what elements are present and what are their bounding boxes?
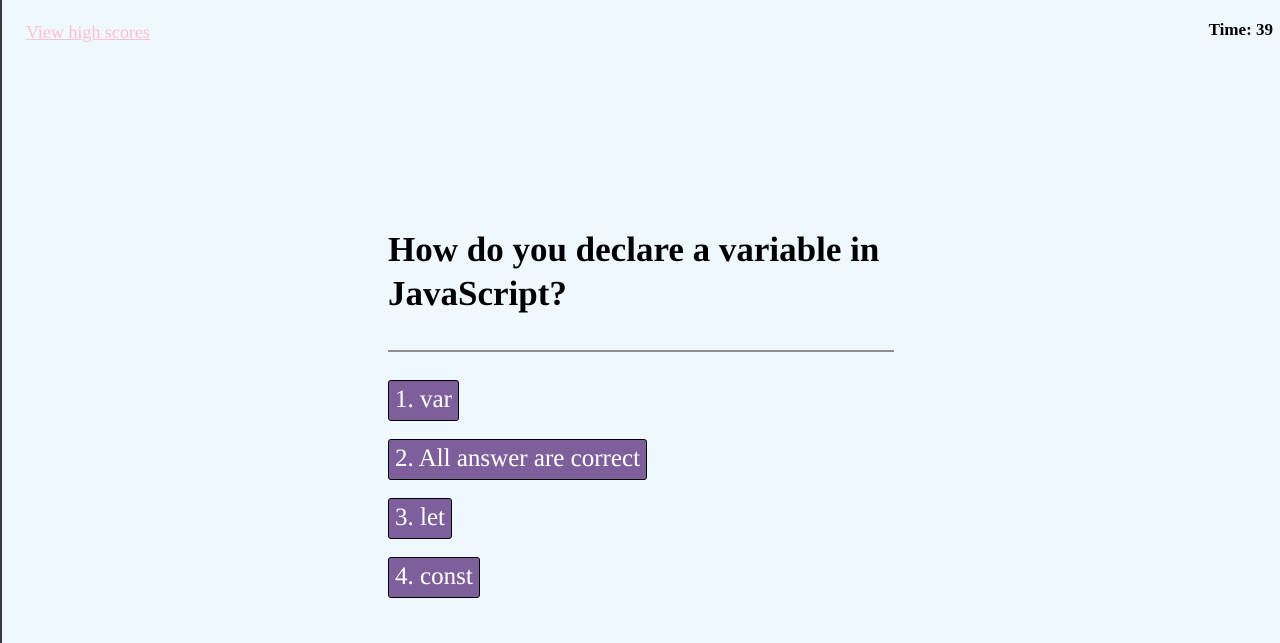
timer: Time: 39 — [1209, 20, 1273, 40]
answer-list: 1. var 2. All answer are correct 3. let … — [388, 380, 894, 598]
answer-button-3[interactable]: 3. let — [388, 498, 452, 539]
answer-button-1[interactable]: 1. var — [388, 380, 459, 421]
timer-value: 39 — [1256, 20, 1273, 39]
question-title: How do you declare a variable in JavaScr… — [388, 230, 880, 313]
quiz-container: How do you declare a variable in JavaScr… — [388, 228, 894, 598]
view-high-scores-link[interactable]: View high scores — [26, 22, 150, 43]
answer-button-2[interactable]: 2. All answer are correct — [388, 439, 648, 480]
question-divider — [388, 350, 894, 352]
timer-label: Time: — [1208, 20, 1252, 39]
answer-button-4[interactable]: 4. const — [388, 557, 480, 598]
